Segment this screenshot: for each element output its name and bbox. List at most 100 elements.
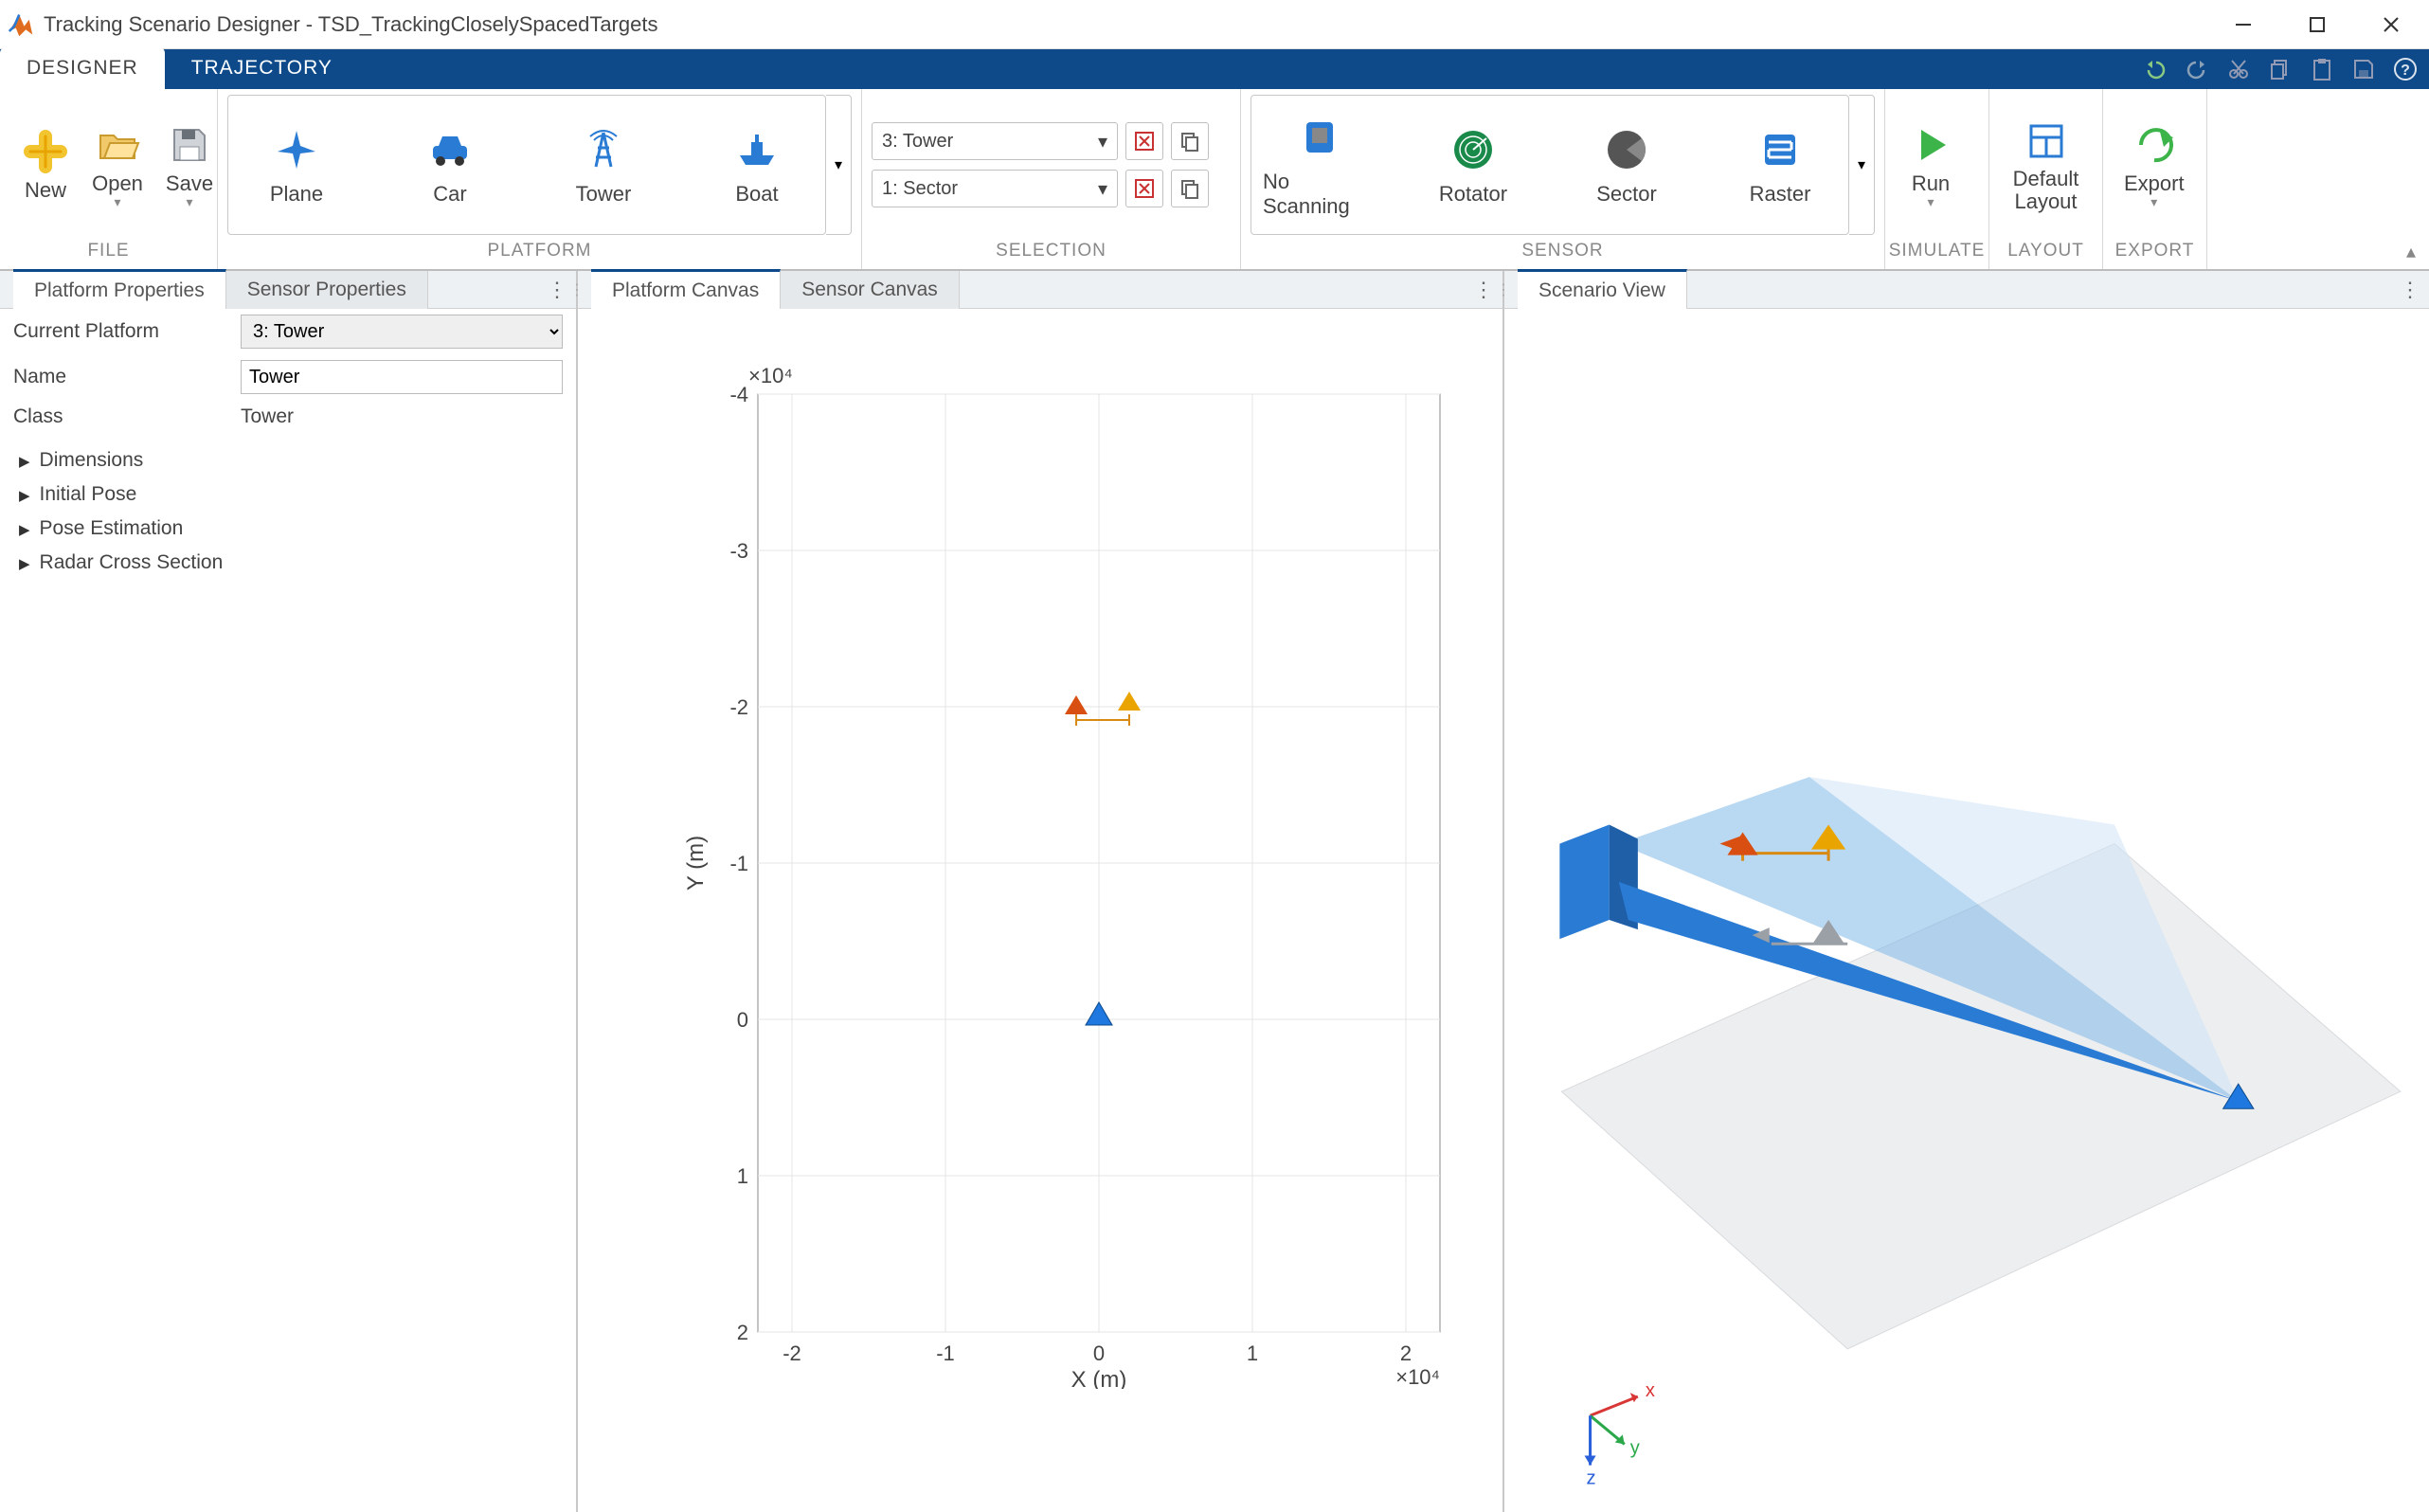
rotator-icon [1447,123,1500,176]
tab-platform-properties[interactable]: Platform Properties [13,269,226,311]
ribbon-tabstrip: DESIGNER TRAJECTORY ? [0,49,2429,89]
grip-icon[interactable]: ⋮⋮ [1504,271,1518,309]
svg-text:-4: -4 [729,383,748,406]
axes-2d: -4 -3 -2 -1 0 1 2 -2 -1 0 1 2 ×10⁴ [682,366,1459,1389]
section-pose-estimation[interactable]: Pose Estimation [0,512,576,546]
delete-platform-button[interactable] [1125,122,1163,160]
scenario-3d-view[interactable]: x y z [1504,309,2429,1512]
svg-text:-2: -2 [729,695,748,719]
tab-designer[interactable]: DESIGNER [0,47,165,89]
play-icon [1906,120,1955,170]
platform-tower[interactable]: Tower [547,123,660,207]
delete-sensor-button[interactable] [1125,170,1163,207]
platform-boat[interactable]: Boat [700,123,814,207]
section-rcs[interactable]: Radar Cross Section [0,546,576,580]
selection-platform-dropdown[interactable]: 3: Tower ▾ [872,122,1118,160]
svg-text:0: 0 [737,1008,748,1032]
platform-canvas[interactable]: -4 -3 -2 -1 0 1 2 -2 -1 0 1 2 ×10⁴ [578,309,1502,1512]
sensor-sector[interactable]: Sector [1570,123,1683,207]
sensor-no-scanning[interactable]: No Scanning [1263,111,1376,219]
tab-platform-canvas[interactable]: Platform Canvas [591,269,781,311]
platform-gallery-expand[interactable]: ▾ [826,95,852,235]
window-title: Tracking Scenario Designer - TSD_Trackin… [44,12,2224,37]
maximize-button[interactable] [2298,6,2336,44]
group-label-file: FILE [0,241,217,269]
boat-icon [730,123,783,176]
run-button[interactable]: Run ▾ [1895,117,1967,214]
label-current-platform: Current Platform [13,320,241,343]
chevron-down-icon: ▾ [835,155,842,174]
duplicate-sensor-button[interactable] [1171,170,1209,207]
tab-scenario-view[interactable]: Scenario View [1518,269,1687,311]
properties-panel: ⋮⋮ Platform Properties Sensor Properties… [0,271,578,1512]
x-multiplier: ×10⁴ [1395,1365,1440,1389]
default-layout-button[interactable]: Default Layout [1999,113,2093,217]
grip-icon[interactable]: ⋮⋮ [0,271,13,309]
section-initial-pose[interactable]: Initial Pose [0,477,576,512]
tab-sensor-canvas[interactable]: Sensor Canvas [781,271,960,309]
toolstrip: New Open ▾ Save ▾ FILE Plane [0,89,2429,271]
svg-text:2: 2 [1400,1341,1412,1365]
platform-car[interactable]: Car [393,123,507,207]
undo-icon[interactable] [2139,53,2171,85]
collapse-toolstrip-icon[interactable]: ▴ [2406,240,2416,263]
class-value: Tower [241,405,294,428]
chevron-down-icon: ▾ [1858,155,1865,174]
folder-open-icon [93,120,142,170]
group-label-export: EXPORT [2103,241,2206,269]
platform-gallery: Plane Car Tower Boat [227,95,826,235]
group-label-platform: PLATFORM [218,241,861,269]
tower-icon [577,123,630,176]
selection-sensor-dropdown[interactable]: 1: Sector ▾ [872,170,1118,207]
chevron-down-icon: ▾ [2150,194,2157,210]
export-icon [2130,120,2179,170]
copy-icon[interactable] [2264,53,2296,85]
cut-icon[interactable] [2222,53,2255,85]
svg-text:z: z [1587,1468,1596,1489]
svg-text:2: 2 [737,1321,748,1344]
current-platform-select[interactable]: 3: Tower [241,315,563,349]
section-dimensions[interactable]: Dimensions [0,443,576,477]
sensor-raster[interactable]: Raster [1723,123,1837,207]
plane-icon [270,123,323,176]
paste-icon[interactable] [2306,53,2338,85]
platform-plane[interactable]: Plane [240,123,353,207]
new-button[interactable]: New [9,123,81,207]
svg-text:-1: -1 [729,852,748,875]
save-icon[interactable] [2348,53,2380,85]
tab-sensor-properties[interactable]: Sensor Properties [226,271,428,309]
panel-menu-icon[interactable]: ⋮ [2391,278,2429,302]
sensor-gallery: No Scanning Rotator Sector Raster [1250,95,1849,235]
svg-text:1: 1 [1247,1341,1258,1365]
svg-text:-1: -1 [936,1341,955,1365]
minimize-button[interactable] [2224,6,2262,44]
ylabel: Y (m) [683,836,709,891]
help-icon[interactable]: ? [2389,53,2421,85]
svg-text:x: x [1646,1380,1655,1401]
svg-text:y: y [1630,1438,1641,1459]
export-button[interactable]: Export ▾ [2113,117,2196,214]
name-input[interactable] [241,360,563,394]
chevron-down-icon: ▾ [114,194,120,210]
car-icon [423,123,477,176]
sensor-gallery-expand[interactable]: ▾ [1849,95,1875,235]
raster-icon [1754,123,1807,176]
grip-icon[interactable]: ⋮⋮ [578,271,591,309]
chevron-down-icon: ▾ [1098,177,1107,201]
group-label-layout: LAYOUT [1989,241,2102,269]
close-button[interactable] [2372,6,2410,44]
tab-trajectory[interactable]: TRAJECTORY [165,47,359,89]
main-area: ⋮⋮ Platform Properties Sensor Properties… [0,271,2429,1512]
save-button[interactable]: Save ▾ [153,117,225,214]
redo-icon[interactable] [2181,53,2213,85]
group-label-sensor: SENSOR [1241,241,1884,269]
no-scanning-icon [1293,111,1346,164]
svg-text:0: 0 [1093,1341,1105,1365]
chevron-down-icon: ▾ [186,194,192,210]
open-button[interactable]: Open ▾ [81,117,153,214]
duplicate-platform-button[interactable] [1171,122,1209,160]
sensor-rotator[interactable]: Rotator [1416,123,1530,207]
label-name: Name [13,366,241,388]
layout-icon [2022,117,2071,166]
svg-text:-3: -3 [729,539,748,563]
